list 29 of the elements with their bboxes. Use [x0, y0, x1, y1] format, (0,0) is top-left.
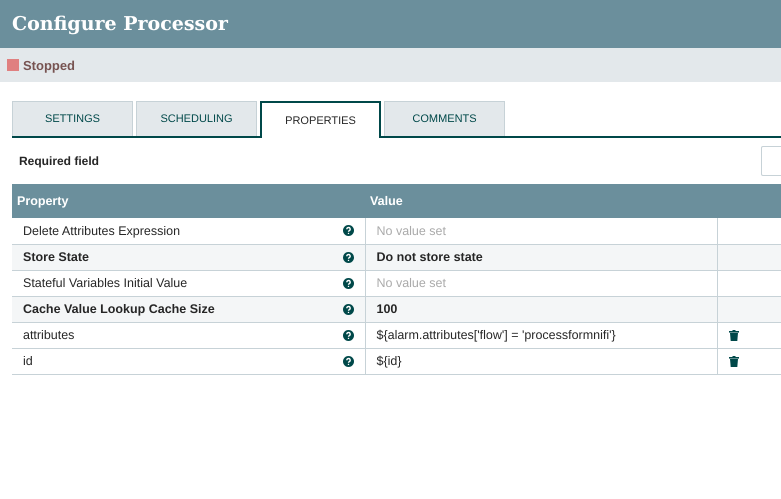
help-icon[interactable] — [342, 330, 354, 340]
property-value: Do not store state — [376, 250, 483, 264]
trash-icon[interactable] — [728, 330, 738, 340]
property-name: id — [23, 354, 33, 368]
property-value: ${id} — [376, 354, 402, 368]
help-icon[interactable] — [342, 304, 354, 314]
status-label: Stopped — [23, 58, 75, 72]
property-name: attributes — [23, 328, 74, 342]
property-value: ${alarm.attributes['flow'] = 'processformnifi'} — [376, 328, 616, 342]
tab[interactable]: PROPERTIES — [260, 101, 381, 138]
window-title: Configure Processor — [12, 13, 228, 35]
help-icon[interactable] — [342, 252, 354, 262]
tab[interactable]: SETTINGS — [12, 101, 133, 136]
tab[interactable]: COMMENTS — [384, 101, 505, 136]
tab[interactable]: SCHEDULING — [136, 101, 257, 136]
help-icon[interactable] — [342, 356, 354, 366]
column-header: Property — [12, 184, 365, 218]
required-field-note: Required field — [19, 154, 100, 168]
help-icon[interactable] — [342, 225, 354, 236]
trash-icon[interactable] — [728, 356, 738, 366]
property-name: Delete Attributes Expression — [23, 224, 180, 238]
property-name: Store State — [23, 250, 89, 264]
property-value: No value set — [376, 276, 446, 290]
property-name: Stateful Variables Initial Value — [23, 276, 188, 290]
property-value: No value set — [376, 224, 446, 238]
property-name: Cache Value Lookup Cache Size — [23, 302, 215, 316]
help-icon[interactable] — [342, 278, 354, 288]
column-header: Value — [365, 184, 717, 218]
property-value: 100 — [376, 302, 398, 316]
